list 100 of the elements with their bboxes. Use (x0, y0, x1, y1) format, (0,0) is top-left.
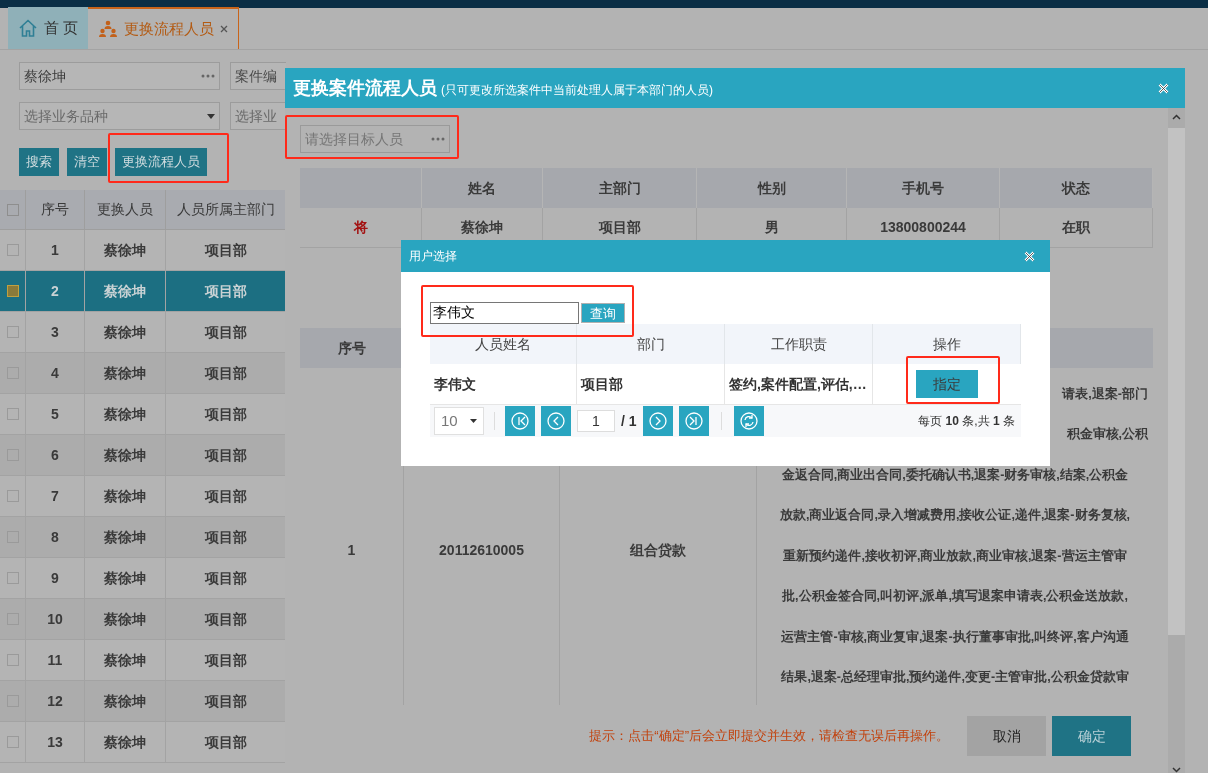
table-cell: 蔡徐坤 (85, 599, 166, 639)
close-icon[interactable] (220, 25, 229, 33)
table-cell: 7 (26, 476, 85, 516)
table-cell: 3 (26, 312, 85, 352)
checkbox[interactable] (6, 326, 19, 338)
scroll-down-icon[interactable] (1172, 767, 1181, 773)
modal-subtitle: (只可更改所选案件中当前处理人属于本部门的人员) (441, 81, 713, 99)
table-row[interactable]: 9 蔡徐坤 项目部 (0, 558, 286, 599)
checkbox[interactable] (6, 490, 19, 502)
close-icon[interactable] (1024, 250, 1035, 262)
field-value: 蔡徐坤 (24, 66, 66, 86)
assign-button[interactable]: 指定 (916, 370, 978, 398)
filter-button[interactable]: 更换流程人员 (115, 148, 207, 176)
table-row[interactable]: 13 蔡徐坤 项目部 (0, 722, 286, 763)
next-page-button[interactable] (642, 406, 673, 436)
table-cell: 蔡徐坤 (85, 517, 166, 557)
table-cell: 6 (26, 435, 85, 475)
business-dropdown[interactable]: 选择业 (230, 102, 286, 130)
table-cell: 蔡徐坤 (85, 230, 166, 270)
cancel-button[interactable]: 取消 (967, 716, 1046, 756)
page-size-select[interactable]: 10 (434, 407, 484, 435)
more-icon (431, 137, 445, 141)
search-button[interactable]: 查询 (581, 303, 625, 323)
column-header: 更换人员 (85, 190, 166, 229)
table-cell: 蔡徐坤 (85, 435, 166, 475)
checkbox[interactable] (6, 654, 19, 666)
table-cell: 蔡徐坤 (85, 353, 166, 393)
page-input[interactable]: 1 (577, 410, 615, 432)
table-cell: 蔡徐坤 (85, 640, 166, 680)
table-row[interactable]: 1 蔡徐坤 项目部 (0, 230, 286, 271)
column-header: 手机号 (847, 168, 1000, 208)
page-summary: 每页 10 条,共 1 条 (918, 413, 1015, 430)
table-cell: 蔡徐坤 (85, 312, 166, 352)
search-field[interactable]: 李伟文 (430, 302, 579, 324)
last-page-button[interactable] (678, 406, 709, 436)
scroll-up-icon[interactable] (1172, 114, 1181, 120)
table-cell: 5 (26, 394, 85, 434)
text-line: 积金审核,公积 (1066, 425, 1148, 444)
text-line: 请表,退案-部门 (1062, 385, 1148, 403)
table-cell: 签约,案件配置,评估,… (725, 364, 873, 404)
filter-button[interactable]: 清空 (67, 148, 107, 176)
text-line: 放款,商业返合同,录入增减费用,接收公证,递件,退案-财务复核, (780, 506, 1130, 525)
table-row[interactable]: 11 蔡徐坤 项目部 (0, 640, 286, 681)
refresh-button[interactable] (733, 406, 764, 436)
previous-page-button[interactable] (541, 406, 571, 436)
table-cell: 蔡徐坤 (85, 681, 166, 721)
chevron-right-icon (648, 412, 667, 430)
table-row[interactable]: 4 蔡徐坤 项目部 (0, 353, 286, 394)
table-cell: 项目部 (577, 364, 725, 404)
table-row[interactable]: 5 蔡徐坤 项目部 (0, 394, 286, 435)
tab[interactable]: 首 页 (8, 7, 89, 49)
modal-title: 更换案件流程人员 (293, 76, 437, 100)
checkbox[interactable] (6, 244, 19, 256)
table-cell: 8 (26, 517, 85, 557)
checkbox[interactable] (6, 736, 19, 748)
checkbox[interactable] (6, 285, 19, 297)
table-cell: 4 (26, 353, 85, 393)
checkbox[interactable] (6, 408, 19, 420)
checkbox[interactable] (6, 203, 19, 216)
column-header: 操作 (873, 324, 1021, 364)
refresh-icon (739, 412, 758, 430)
table-row[interactable]: 7 蔡徐坤 项目部 (0, 476, 286, 517)
case-number-field[interactable]: 案件编 (230, 62, 286, 90)
column-header: 姓名 (422, 168, 543, 208)
close-icon[interactable] (1158, 82, 1169, 94)
page-count: / 1 (621, 411, 637, 431)
table-cell: 13 (26, 722, 85, 762)
table-cell: 蔡徐坤 (85, 271, 166, 311)
table-cell: 9 (26, 558, 85, 598)
table-cell: 蔡徐坤 (85, 722, 166, 762)
caret-icon (470, 419, 477, 423)
table-row[interactable]: 3 蔡徐坤 项目部 (0, 312, 286, 353)
column-header: 主部门 (543, 168, 697, 208)
filter-button[interactable]: 搜索 (19, 148, 59, 176)
confirm-button[interactable]: 确定 (1052, 716, 1131, 756)
table-cell: 蔡徐坤 (85, 476, 166, 516)
first-page-button[interactable] (505, 406, 535, 436)
product-dropdown[interactable]: 选择业务品种 (19, 102, 220, 130)
caret-icon (207, 113, 215, 119)
dialog-title: 用户选择 (409, 248, 457, 265)
column-header: 性别 (697, 168, 847, 208)
table-row[interactable]: 6 蔡徐坤 项目部 (0, 435, 286, 476)
table-cell: 蔡徐坤 (85, 394, 166, 434)
field-placeholder: 案件编 (235, 66, 277, 86)
table-row[interactable]: 8 蔡徐坤 项目部 (0, 517, 286, 558)
table-row[interactable]: 2 蔡徐坤 项目部 (0, 271, 286, 312)
table-cell: 2 (26, 271, 85, 311)
text-line: 批,公积金签合同,叫初评,派单,填写退案申请表,公积金送放款, (782, 587, 1128, 606)
column-header: 序号 (26, 190, 85, 229)
skip-forward-icon (684, 412, 703, 430)
checkbox[interactable] (6, 572, 19, 584)
table-row[interactable]: 10 蔡徐坤 项目部 (0, 599, 286, 640)
column-header: 人员姓名 (430, 324, 577, 364)
home-icon (18, 19, 38, 37)
text-line: 金返合同,商业出合同,委托确认书,退案-财务审核,结案,公积金 (781, 466, 1129, 484)
person-field[interactable]: 蔡徐坤 (19, 62, 220, 90)
scrollbar[interactable] (1168, 108, 1185, 773)
table-row[interactable]: 12 蔡徐坤 项目部 (0, 681, 286, 722)
people-icon (98, 20, 119, 38)
table-cell: 1 (26, 230, 85, 270)
